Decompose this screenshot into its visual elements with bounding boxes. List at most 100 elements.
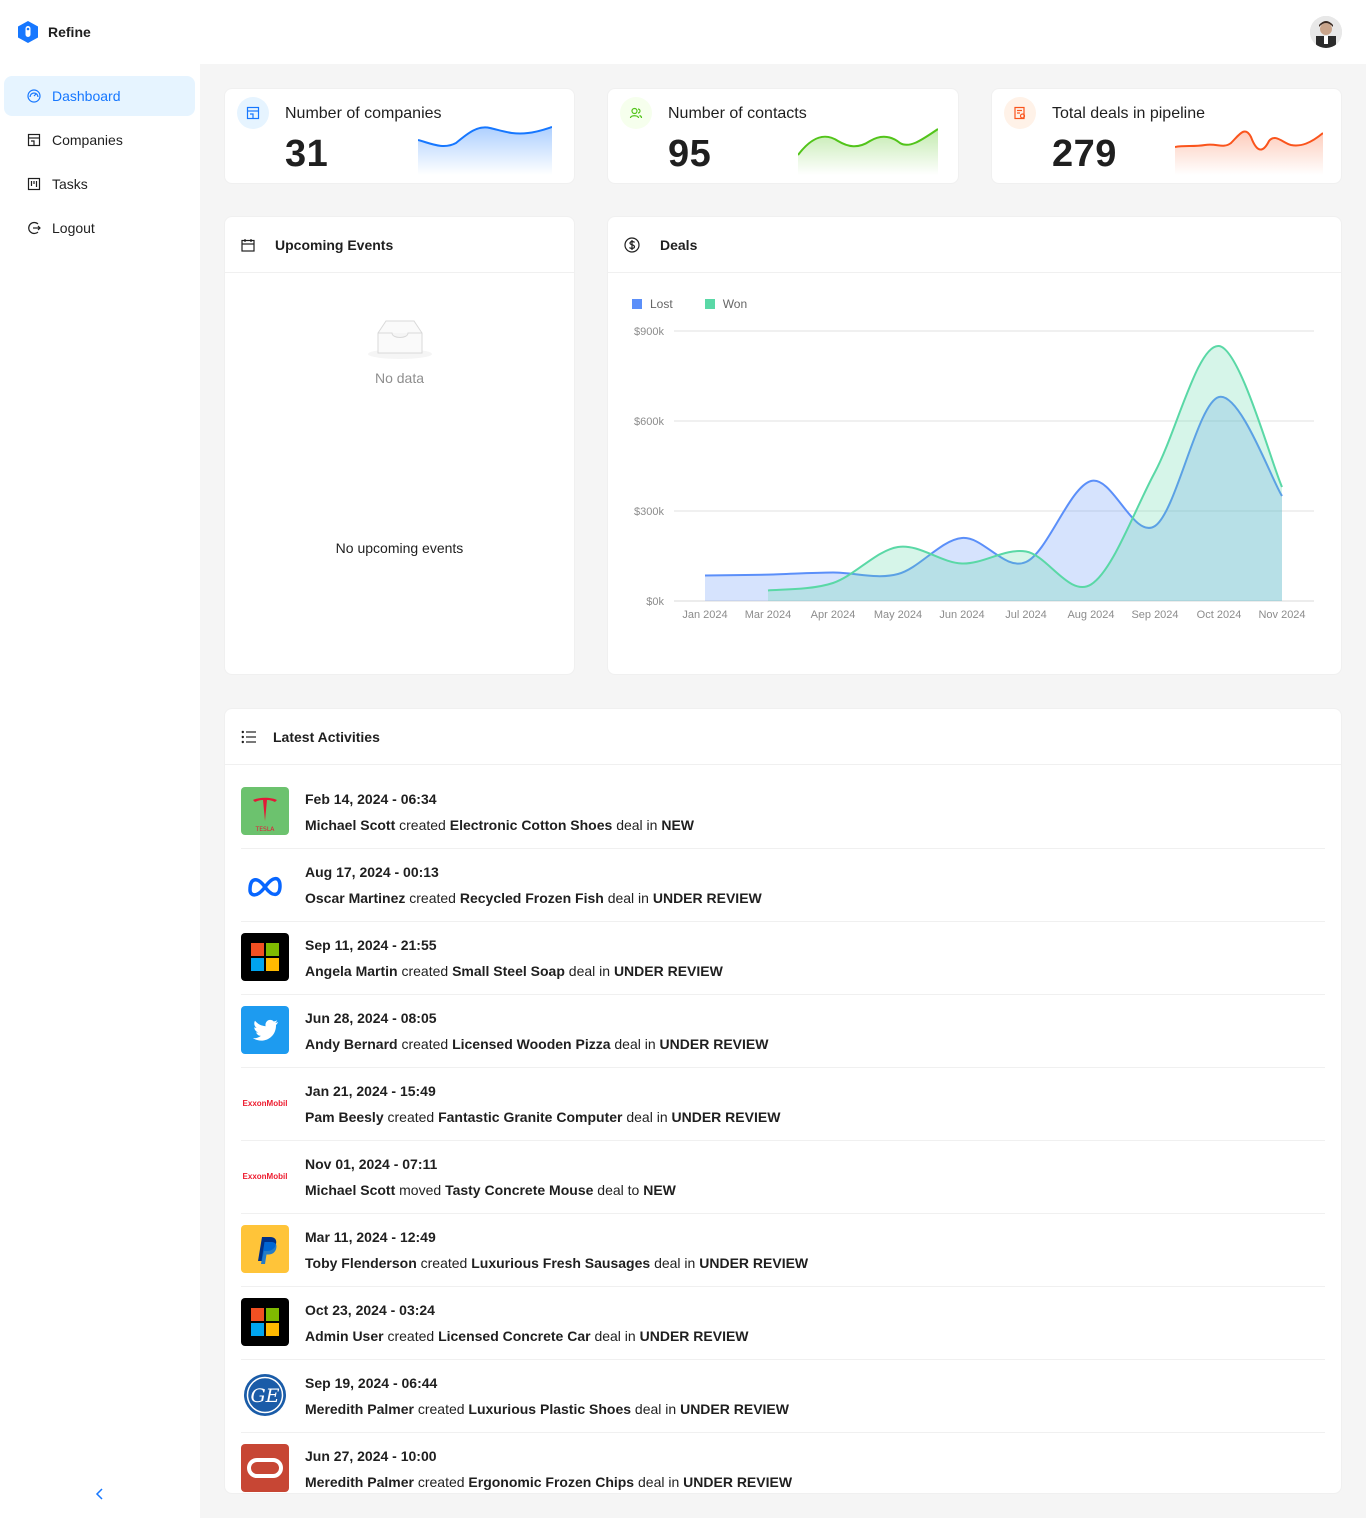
activity-description: Meredith Palmer created Ergonomic Frozen…	[305, 1474, 792, 1490]
x-tick-label: Jan 2024	[682, 609, 727, 621]
sidebar-item-label: Companies	[52, 132, 123, 148]
activity-row: GE Sep 19, 2024 - 06:44 Meredith Palmer cr…	[241, 1360, 1325, 1433]
activity-deal: Luxurious Fresh Sausages	[471, 1255, 651, 1271]
y-tick-label: $0k	[646, 596, 664, 608]
activity-deal: Licensed Concrete Car	[438, 1328, 591, 1344]
sidebar-item-label: Dashboard	[52, 88, 121, 104]
x-tick-label: Oct 2024	[1197, 609, 1242, 621]
ge-logo-icon: GE	[241, 1371, 289, 1419]
kpi-card-contacts: Number of contacts 95	[607, 88, 959, 184]
calendar-icon	[241, 238, 255, 252]
activity-user: Meredith Palmer	[305, 1401, 414, 1417]
activity-description: Angela Martin created Small Steel Soap d…	[305, 963, 723, 979]
kpi-icon-wrap	[620, 97, 652, 129]
activity-prep: deal in	[638, 1474, 680, 1490]
kpi-card-companies: Number of companies 31	[224, 88, 575, 184]
activity-stage: UNDER REVIEW	[659, 1036, 769, 1052]
kpi-sparkline	[1175, 130, 1323, 175]
activity-user: Michael Scott	[305, 1182, 396, 1198]
kpi-value: 31	[285, 133, 329, 175]
oracle-logo-icon	[241, 1444, 289, 1492]
kpi-sparkline	[418, 126, 552, 175]
activity-description: Oscar Martinez created Recycled Frozen F…	[305, 890, 762, 906]
audit-icon	[1014, 106, 1026, 120]
y-tick-label: $600k	[634, 416, 664, 428]
activity-description: Toby Flenderson created Luxurious Fresh …	[305, 1255, 808, 1271]
activity-stage: NEW	[643, 1182, 676, 1198]
activity-row: ExxonMobil Jan 21, 2024 - 15:49 Pam Beesly…	[241, 1068, 1325, 1141]
activity-date: Jan 21, 2024 - 15:49	[305, 1083, 436, 1099]
activity-description: Meredith Palmer created Luxurious Plasti…	[305, 1401, 789, 1417]
activity-deal: Tasty Concrete Mouse	[445, 1182, 594, 1198]
activity-deal: Luxurious Plastic Shoes	[468, 1401, 632, 1417]
activity-prep: deal in	[626, 1109, 668, 1125]
team-icon	[629, 107, 643, 119]
twitter-logo-icon	[241, 1006, 289, 1054]
app-name: Refine	[48, 24, 91, 40]
sidebar: Dashboard Companies Tasks Logout	[0, 64, 200, 1518]
kpi-icon-wrap	[237, 97, 269, 129]
activity-deal: Small Steel Soap	[452, 963, 565, 979]
activity-date: Oct 23, 2024 - 03:24	[305, 1302, 435, 1318]
activity-description: Pam Beesly created Fantastic Granite Com…	[305, 1109, 780, 1125]
activity-user: Toby Flenderson	[305, 1255, 417, 1271]
collapse-sidebar-icon[interactable]	[92, 1486, 108, 1502]
sidebar-item-companies[interactable]: Companies	[4, 120, 195, 160]
activity-prep: deal in	[654, 1255, 696, 1271]
activity-prep: deal to	[597, 1182, 640, 1198]
activity-stage: UNDER REVIEW	[671, 1109, 781, 1125]
shop-icon	[246, 106, 260, 120]
paypal-logo-icon	[241, 1225, 289, 1273]
activity-user: Admin User	[305, 1328, 384, 1344]
activity-date: Aug 17, 2024 - 00:13	[305, 864, 439, 880]
activity-description: Admin User created Licensed Concrete Car…	[305, 1328, 749, 1344]
activity-stage: UNDER REVIEW	[699, 1255, 809, 1271]
activity-date: Sep 11, 2024 - 21:55	[305, 937, 437, 953]
x-tick-label: Sep 2024	[1131, 609, 1178, 621]
empty-inbox-icon	[367, 320, 432, 359]
app-logo[interactable]: Refine	[16, 20, 91, 44]
kpi-card-deals: Total deals in pipeline 279	[991, 88, 1342, 184]
meta-logo-icon	[241, 860, 289, 908]
tesla-wordmark: TESLA	[255, 826, 276, 833]
card-header: Latest Activities	[225, 709, 1341, 765]
logout-icon	[28, 221, 41, 235]
user-avatar-icon	[1310, 16, 1342, 48]
activity-row: ExxonMobil Nov 01, 2024 - 07:11 Michael Sc…	[241, 1141, 1325, 1214]
project-board-icon	[27, 177, 41, 191]
y-tick-label: $300k	[634, 506, 664, 518]
activity-description: Michael Scott moved Tasty Concrete Mouse…	[305, 1182, 676, 1198]
activity-user: Andy Bernard	[305, 1036, 398, 1052]
x-tick-label: Apr 2024	[811, 609, 856, 621]
upcoming-events-card: Upcoming Events No data No upcoming even…	[224, 216, 575, 675]
shop-icon	[27, 133, 41, 147]
activity-row: Mar 11, 2024 - 12:49 Toby Flenderson crea…	[241, 1214, 1325, 1287]
activity-stage: UNDER REVIEW	[683, 1474, 793, 1490]
activity-verb: created	[401, 963, 449, 979]
exxonmobil-logo-icon: ExxonMobil	[241, 1079, 289, 1127]
kpi-value: 279	[1052, 133, 1117, 175]
sidebar-item-dashboard[interactable]: Dashboard	[4, 76, 195, 116]
activity-verb: created	[409, 890, 456, 906]
activity-user: Angela Martin	[305, 963, 398, 979]
activity-verb: created	[420, 1255, 468, 1271]
no-events-text: No upcoming events	[335, 540, 464, 556]
activity-row: Jun 27, 2024 - 10:00 Meredith Palmer crea…	[241, 1433, 1325, 1506]
activity-prep: deal in	[568, 963, 611, 979]
activity-user: Pam Beesly	[305, 1109, 384, 1125]
activity-verb: created	[401, 1036, 449, 1052]
activity-deal: Ergonomic Frozen Chips	[468, 1474, 635, 1490]
exxonmobil-logo-icon: ExxonMobil	[241, 1152, 289, 1200]
card-title: Upcoming Events	[275, 236, 394, 253]
sidebar-item-logout[interactable]: Logout	[4, 208, 195, 248]
empty-label: No data	[374, 370, 425, 386]
sidebar-item-tasks[interactable]: Tasks	[4, 164, 195, 204]
x-tick-label: Jun 2024	[939, 609, 984, 621]
microsoft-logo-icon	[241, 933, 289, 981]
x-tick-label: May 2024	[874, 609, 922, 621]
activity-deal: Licensed Wooden Pizza	[452, 1036, 611, 1052]
activity-row: Jun 28, 2024 - 08:05 Andy Bernard created…	[241, 995, 1325, 1068]
activity-stage: UNDER REVIEW	[613, 963, 723, 979]
activity-stage: UNDER REVIEW	[652, 890, 762, 906]
avatar[interactable]	[1310, 16, 1342, 48]
